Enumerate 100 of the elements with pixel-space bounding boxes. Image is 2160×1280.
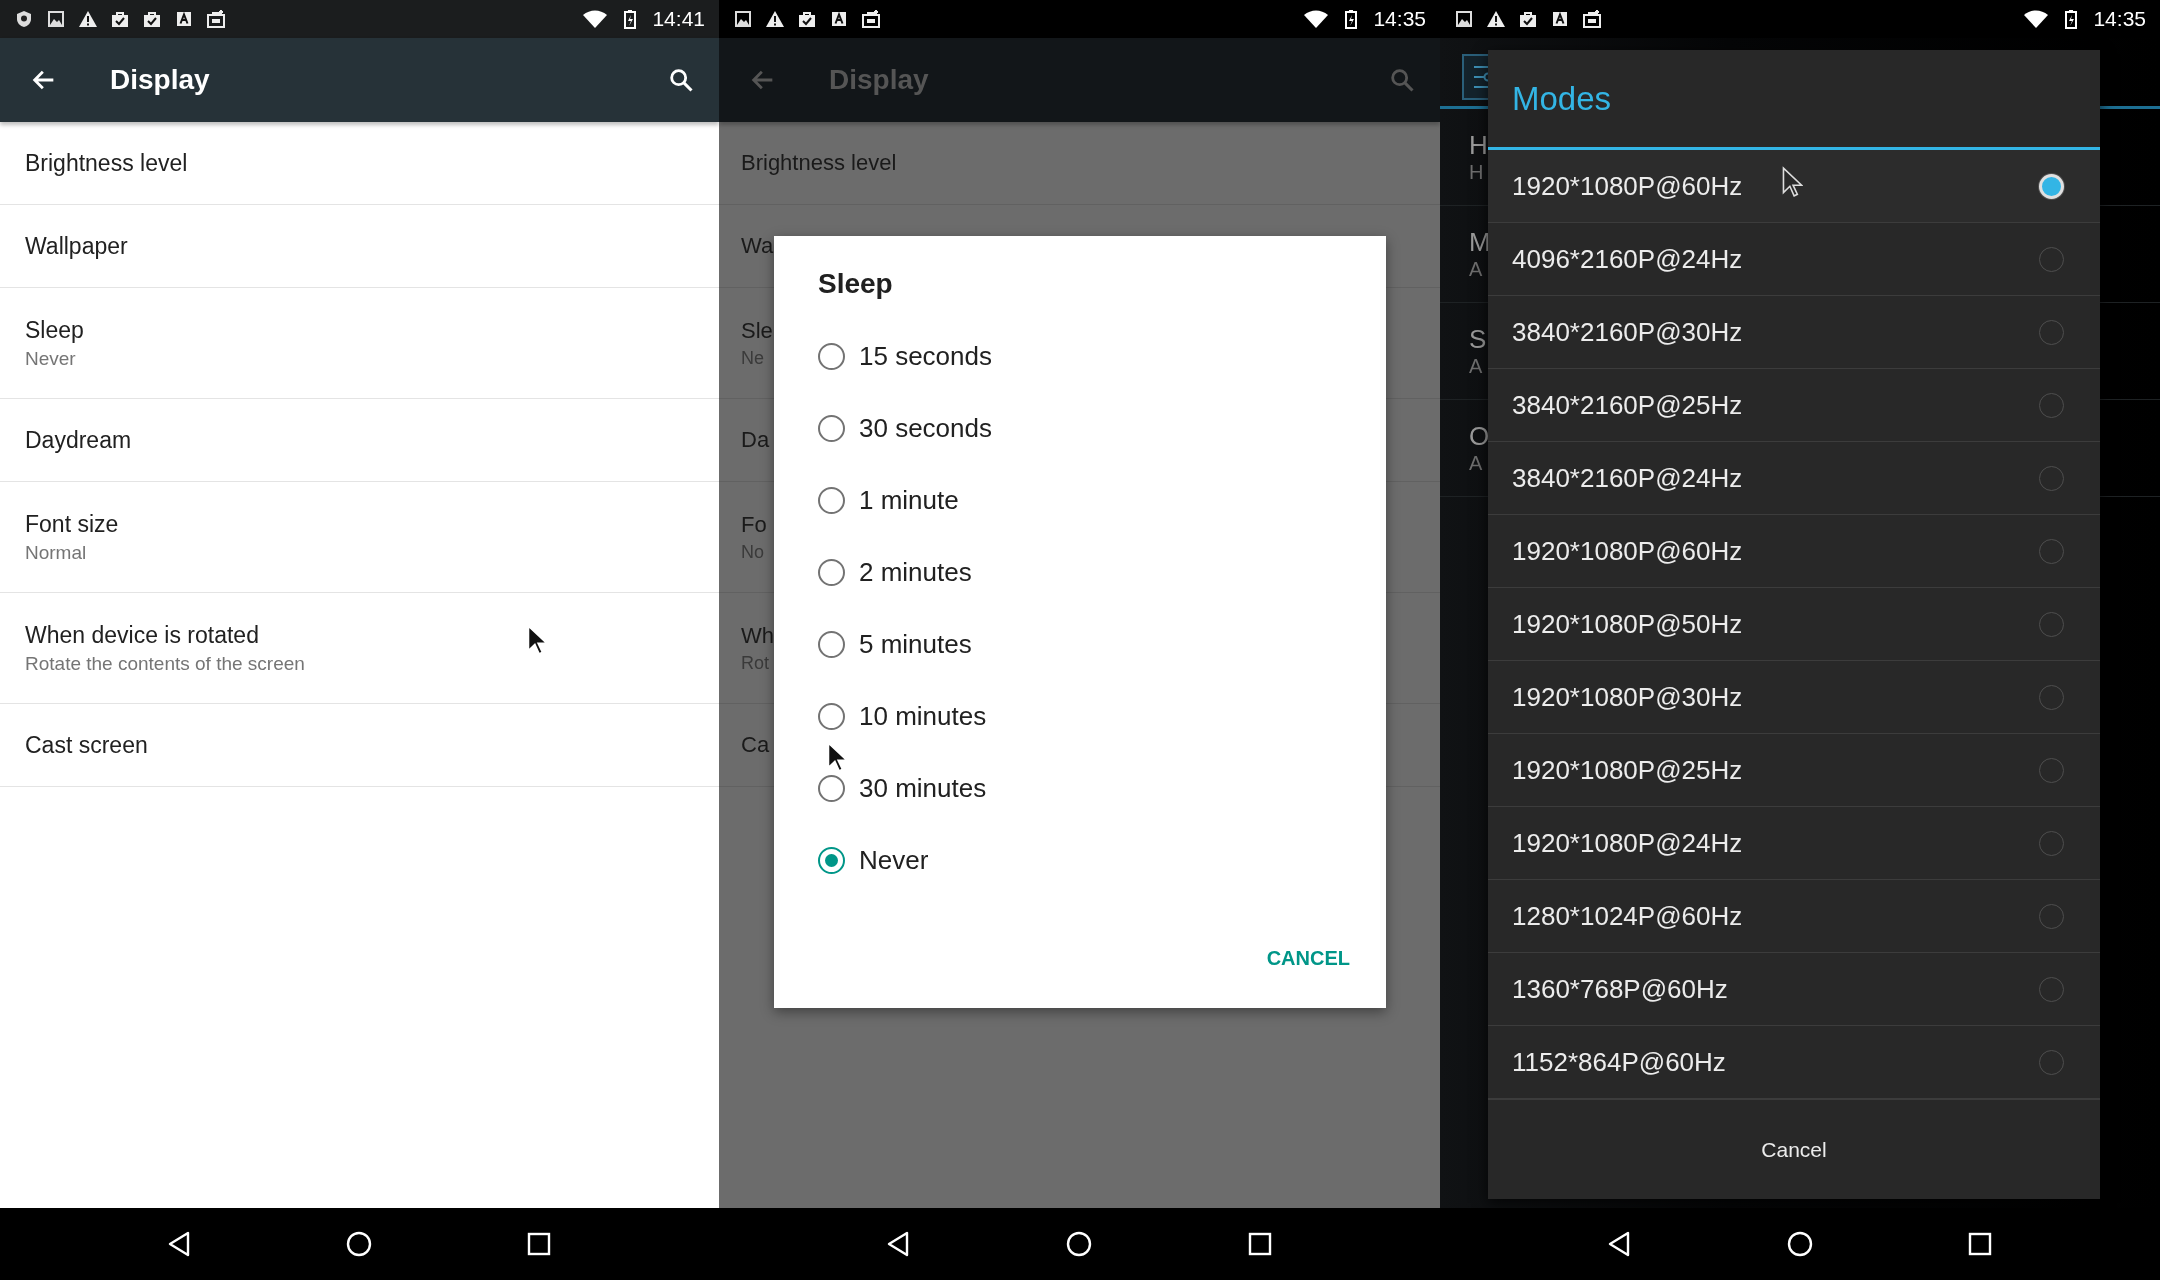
radio-button[interactable] [818,630,845,658]
option-label: 1152*864P@60Hz [1512,1046,1726,1078]
search-icon[interactable] [667,66,695,94]
item-title: Sleep [25,316,84,344]
item-summary: A [1469,355,1483,378]
radio-option[interactable]: 5 minutes [818,608,1350,680]
shield-icon [14,9,34,29]
radio-button[interactable] [818,414,845,442]
letter-icon [1550,9,1570,29]
item-title: H [1469,130,1488,161]
option-label: 2 minutes [859,556,972,588]
item-title: Wa [741,233,774,259]
item-title: Font size [25,510,119,538]
item-title: Cast screen [25,731,148,759]
mode-option[interactable]: 1920*1080P@50Hz [1488,588,2100,661]
status-time: 14:35 [2093,7,2146,31]
radio-button[interactable] [818,558,845,586]
item-summary: A [1469,258,1483,281]
mode-option[interactable]: 1920*1080P@24Hz [1488,807,2100,880]
cancel-button[interactable]: CANCEL [1266,939,1350,978]
radio-button[interactable] [818,486,845,514]
option-label: 1280*1024P@60Hz [1512,900,1743,932]
mode-option[interactable]: 1280*1024P@60Hz [1488,880,2100,953]
item-title: Wallpaper [25,232,128,260]
item-summary: A [1469,452,1483,475]
radio-option[interactable]: 2 minutes [818,536,1350,608]
radio-button[interactable] [818,846,845,874]
option-label: 5 minutes [859,628,972,660]
option-label: 1920*1080P@60Hz [1512,170,1743,202]
cancel-button[interactable]: Cancel [1741,1129,1847,1170]
settings-item[interactable]: Brightness level [0,122,719,205]
image-icon [46,9,66,29]
letter-icon [174,9,194,29]
mode-option[interactable]: 1920*1080P@60Hz [1488,515,2100,588]
mode-option[interactable]: 3840*2160P@25Hz [1488,369,2100,442]
option-label: 3840*2160P@24Hz [1512,462,1743,494]
radio-option[interactable]: 30 minutes [818,752,1350,824]
radio-option[interactable]: 1 minute [818,464,1350,536]
option-label: 3840*2160P@25Hz [1512,389,1743,421]
radio-button[interactable] [818,774,845,802]
settings-item[interactable]: Cast screen [0,704,719,787]
home-icon[interactable] [1785,1229,1815,1259]
mode-option[interactable]: 1920*1080P@25Hz [1488,734,2100,807]
sliders-icon [1462,54,1488,100]
status-time: 14:41 [652,7,705,31]
item-title: Fo [741,511,767,538]
wifi-icon [582,9,609,29]
item-title: Daydream [25,426,132,454]
option-label: 10 minutes [859,700,987,732]
briefcase-icon [861,9,881,29]
image-icon [1454,9,1474,29]
option-label: 15 seconds [859,340,992,372]
mode-option[interactable]: 1920*1080P@60Hz [1488,150,2100,223]
dialog-title: Sleep [818,268,894,300]
screen-title: Display [110,64,211,96]
mode-option[interactable]: 1360*768P@60Hz [1488,953,2100,1026]
item-title: Sle [741,317,773,344]
option-label: 1360*768P@60Hz [1512,973,1728,1005]
item-summary: Normal [25,541,87,564]
wifi-icon [2023,9,2050,29]
settings-item[interactable]: Wallpaper [0,205,719,288]
image-icon [733,9,753,29]
warning-icon [765,9,785,29]
item-summary: Rotate the contents of the screen [25,652,305,675]
radio-option[interactable]: 10 minutes [818,680,1350,752]
item-title: O [1469,421,1490,452]
option-label: 1920*1080P@30Hz [1512,681,1743,713]
cursor-icon [1781,166,1803,198]
radio-option[interactable]: Never [818,824,1350,896]
screen-title: Display [829,64,930,96]
option-label: 1920*1080P@60Hz [1512,535,1743,567]
mode-option[interactable]: 1920*1080P@30Hz [1488,661,2100,734]
mode-option[interactable]: 4096*2160P@24Hz [1488,223,2100,296]
option-label: 1 minute [859,484,959,516]
option-label: 1920*1080P@25Hz [1512,754,1743,786]
radio-button[interactable] [818,342,845,370]
status-time: 14:35 [1373,7,1426,31]
radio-option[interactable]: 30 seconds [818,392,1350,464]
bag-icon [1518,9,1538,29]
radio-option[interactable]: 15 seconds [818,320,1350,392]
item-summary: H [1469,161,1484,184]
dialog-title: Modes [1512,79,1612,118]
briefcase-icon [1582,9,1602,29]
settings-item[interactable]: Daydream [0,399,719,482]
item-title: Brightness level [25,149,188,177]
mode-option[interactable]: 3840*2160P@30Hz [1488,296,2100,369]
item-title: Wh [741,622,774,649]
option-label: 3840*2160P@30Hz [1512,316,1743,348]
wifi-icon [1303,9,1330,29]
bag-icon [142,9,162,29]
mode-option[interactable]: 3840*2160P@24Hz [1488,442,2100,515]
item-title: Brightness level [741,150,897,176]
option-label: 1920*1080P@50Hz [1512,608,1743,640]
option-label: 4096*2160P@24Hz [1512,243,1743,275]
mode-option[interactable]: 1152*864P@60Hz [1488,1026,2100,1099]
radio-button[interactable] [818,702,845,730]
option-label: Never [859,844,929,876]
item-title: Da [741,427,770,453]
bag-icon [797,9,817,29]
item-title: S [1469,324,1487,355]
